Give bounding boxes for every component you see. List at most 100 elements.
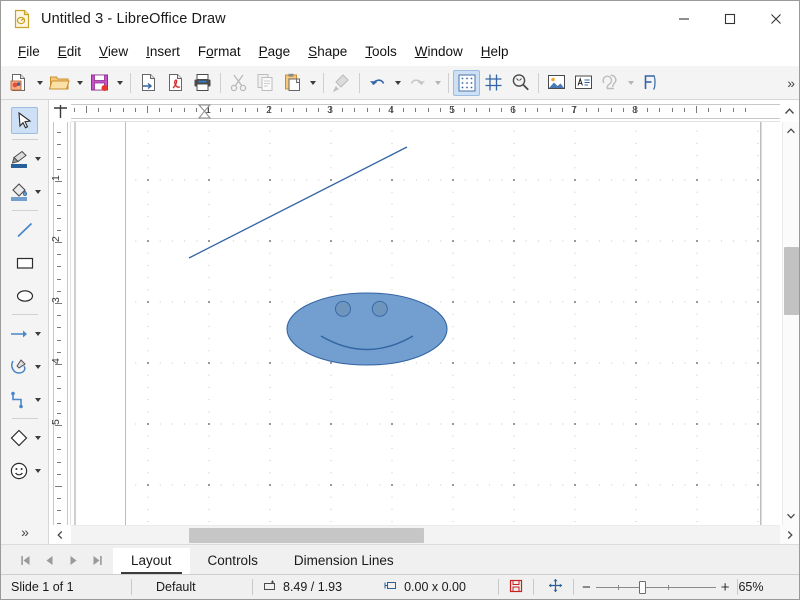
smiley-face-shape[interactable] [287,293,447,365]
menu-view[interactable]: View [90,40,137,63]
next-page-button[interactable] [63,550,83,570]
save-status-cell[interactable] [499,575,533,600]
fill-color-dropdown-icon[interactable] [32,178,44,205]
horizontal-ruler[interactable]: 12345678 [71,100,780,122]
menu-format[interactable]: Format [189,40,250,63]
tab-controls[interactable]: Controls [190,548,276,574]
paste-button[interactable] [279,70,306,96]
scroll-right-arrow-icon[interactable] [780,525,799,544]
curves-and-polygons-dropdown-icon[interactable] [32,353,44,380]
object-size-label: 0.00 x 0.00 [404,580,466,594]
master-slide-cell[interactable]: Default [132,575,252,600]
ruler-tick [57,266,61,267]
paste-dropdown-icon[interactable] [306,70,319,96]
symbol-shapes-dropdown-icon[interactable] [32,457,44,484]
open-button[interactable] [46,70,73,96]
save-button[interactable] [86,70,113,96]
scroll-left-arrow-icon[interactable] [49,525,71,544]
lines-and-arrows-dropdown-icon[interactable] [32,320,44,347]
tab-layout[interactable]: Layout [113,548,190,574]
rectangle-tool[interactable] [11,249,38,276]
zoom-slider[interactable]: − + [574,580,738,595]
scroll-up-button[interactable] [780,100,799,122]
horizontal-scrollbar[interactable] [71,525,780,544]
toolbar-separator [538,73,539,93]
scroll-down-arrow-icon[interactable] [783,507,800,525]
menu-edit[interactable]: Edit [49,40,90,63]
open-dropdown-icon[interactable] [73,70,86,96]
new-document-button[interactable] [6,70,33,96]
helplines-button[interactable] [480,70,507,96]
vertical-ruler[interactable]: 12345 [49,122,71,525]
insert-image-button[interactable] [543,70,570,96]
fit-slide-to-window-icon[interactable] [548,578,563,596]
ruler-number: 1 [50,175,62,181]
menu-insert[interactable]: Insert [137,40,189,63]
connectors-tool[interactable] [5,386,32,413]
zoom-button[interactable] [507,70,534,96]
menu-shape[interactable]: Shape [299,40,356,63]
symbol-shapes-tool[interactable] [5,457,32,484]
tab-dimension-lines[interactable]: Dimension Lines [276,548,412,574]
vertical-scrollbar-thumb[interactable] [784,247,799,315]
ruler-tick [611,108,612,112]
basic-shapes-tool[interactable] [5,424,32,451]
select-tool[interactable] [11,107,38,134]
maximize-button[interactable] [707,1,753,37]
ruler-tick [110,108,111,112]
new-document-dropdown-icon[interactable] [33,70,46,96]
zoom-slider-line [596,587,716,588]
undo-button[interactable] [364,70,391,96]
menu-window[interactable]: Window [406,40,472,63]
menu-tools[interactable]: Tools [356,40,406,63]
print-button[interactable] [189,70,216,96]
page-area[interactable] [125,122,761,525]
fontwork-button[interactable] [637,70,664,96]
line-color-dropdown-icon[interactable] [32,145,44,172]
libreoffice-draw-window: Untitled 3 - LibreOffice Draw File Edit … [0,0,800,600]
diagonal-line-shape[interactable] [189,147,407,258]
zoom-slider-track[interactable] [596,580,716,594]
object-size-icon [384,579,398,595]
insert-text-box-button[interactable] [570,70,597,96]
scroll-up-arrow-icon[interactable] [783,122,800,140]
fit-slide-cell[interactable] [534,575,573,600]
zoom-level-label[interactable]: 65% [738,580,773,594]
previous-page-button[interactable] [39,550,59,570]
zoom-slider-thumb[interactable] [639,581,646,594]
menu-help[interactable]: Help [472,40,518,63]
last-page-button[interactable] [87,550,107,570]
ruler-corner[interactable] [49,100,71,122]
zoom-in-button[interactable]: + [721,580,730,595]
connectors-dropdown-icon[interactable] [32,386,44,413]
toolbar-overflow-button[interactable]: » [787,75,799,91]
ruler-tick [403,108,404,112]
undo-dropdown-icon[interactable] [391,70,404,96]
display-grid-button[interactable] [453,70,480,96]
close-button[interactable] [753,1,799,37]
menu-page[interactable]: Page [250,40,300,63]
shapes-layer[interactable] [126,122,762,525]
minimize-button[interactable] [661,1,707,37]
export-pdf-button[interactable] [162,70,189,96]
drawing-canvas[interactable] [71,122,782,525]
lines-and-arrows-tool[interactable] [5,320,32,347]
connectors-row [1,383,49,416]
insert-line-tool[interactable] [11,216,38,243]
curves-and-polygons-tool[interactable] [5,353,32,380]
drawing-toolbar-overflow-button[interactable]: » [1,524,49,540]
toolbar-separator [12,418,38,419]
ellipse-tool[interactable] [11,282,38,309]
layer-tabs: Layout Controls Dimension Lines [113,544,412,574]
line-color-tool[interactable] [5,145,32,172]
first-page-button[interactable] [15,550,35,570]
save-dropdown-icon[interactable] [113,70,126,96]
fill-color-tool[interactable] [5,178,32,205]
left-margin-marker[interactable] [197,104,212,119]
vertical-scrollbar[interactable] [782,122,799,525]
menu-file[interactable]: File [9,40,49,63]
zoom-out-button[interactable]: − [582,580,591,595]
export-button[interactable] [135,70,162,96]
horizontal-scrollbar-thumb[interactable] [189,528,424,543]
basic-shapes-dropdown-icon[interactable] [32,424,44,451]
